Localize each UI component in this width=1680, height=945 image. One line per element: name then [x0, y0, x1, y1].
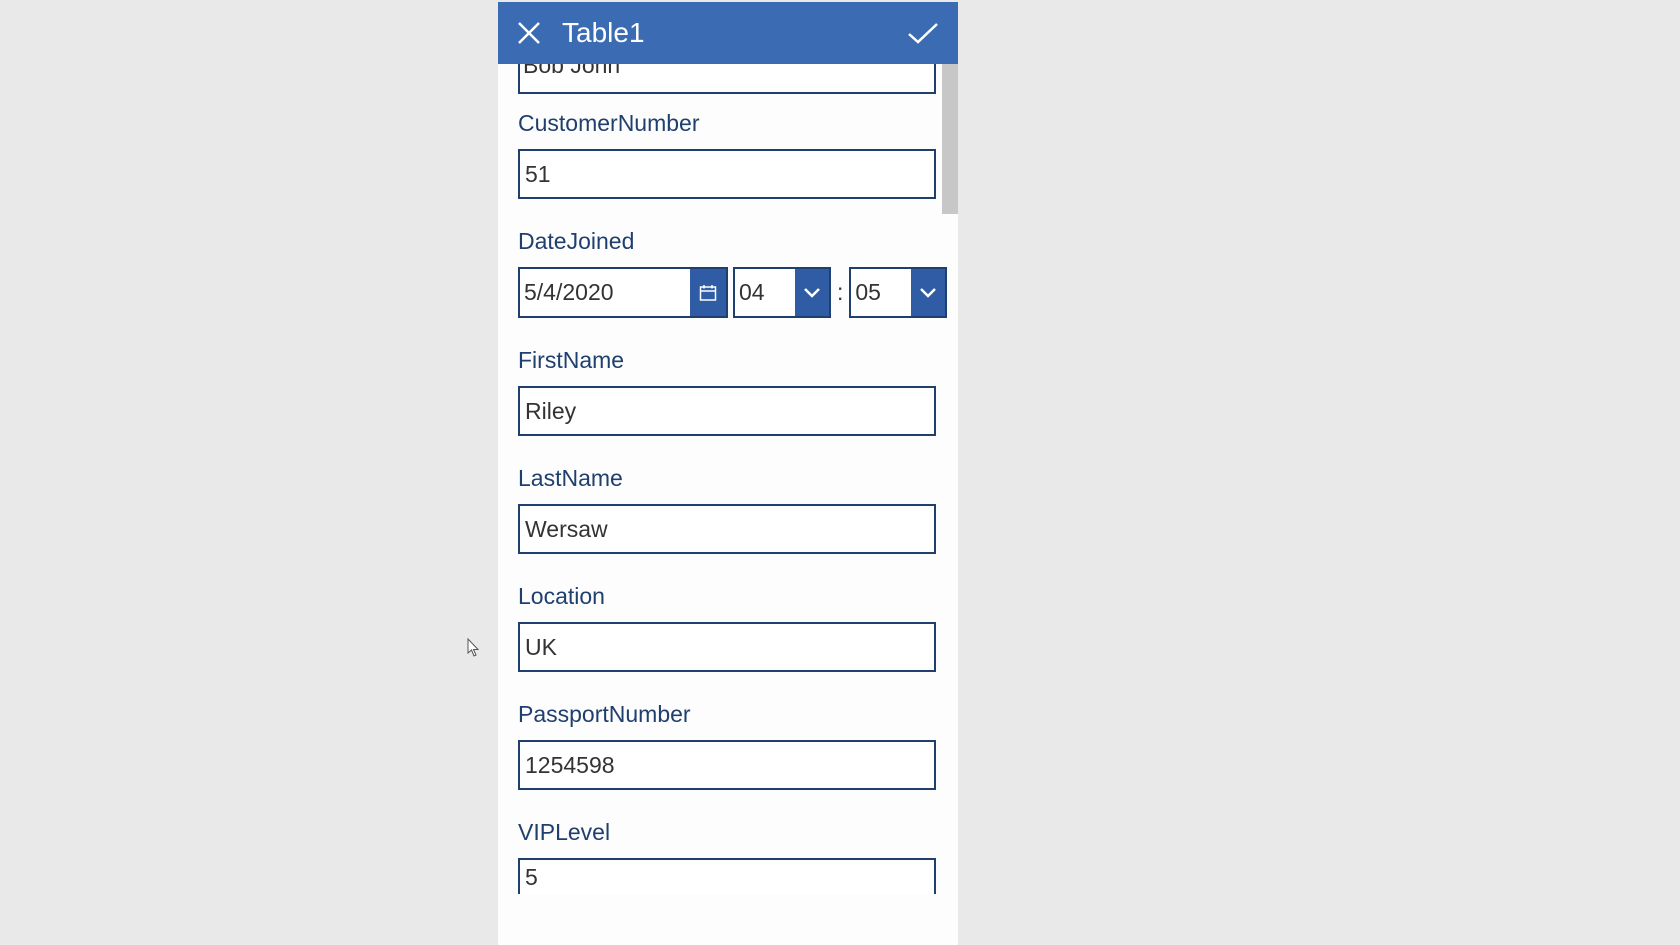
- date-picker[interactable]: 5/4/2020: [518, 267, 728, 318]
- date-picker-value: 5/4/2020: [520, 269, 690, 316]
- customernumber-input[interactable]: [518, 149, 936, 199]
- top-cut-input[interactable]: Bob John: [518, 64, 936, 94]
- viplevel-input[interactable]: 5: [518, 858, 936, 894]
- viplevel-label: VIPLevel: [518, 819, 958, 846]
- close-button[interactable]: [516, 20, 542, 46]
- cursor-icon: [467, 638, 481, 658]
- calendar-icon: [699, 284, 717, 302]
- close-icon: [516, 20, 542, 46]
- form-scroll-content: CustomerNumber DateJoined 5/4/2020 04: [518, 94, 958, 894]
- location-input[interactable]: [518, 622, 936, 672]
- datejoined-label: DateJoined: [518, 228, 958, 255]
- viplevel-input-value: 5: [525, 864, 538, 891]
- lastname-label: LastName: [518, 465, 958, 492]
- location-label: Location: [518, 583, 958, 610]
- minute-select-value: 05: [851, 269, 911, 316]
- form-panel: Table1 Bob John CustomerNumber DateJoine…: [498, 2, 958, 945]
- form-header: Table1: [498, 2, 958, 64]
- lastname-input[interactable]: [518, 504, 936, 554]
- top-cut-input-value: Bob John: [523, 64, 620, 79]
- firstname-label: FirstName: [518, 347, 958, 374]
- minute-select[interactable]: 05: [849, 267, 947, 318]
- form-title: Table1: [562, 17, 906, 49]
- hour-select[interactable]: 04: [733, 267, 831, 318]
- minute-select-arrow[interactable]: [911, 269, 945, 316]
- hour-select-value: 04: [735, 269, 795, 316]
- time-colon: :: [837, 279, 843, 306]
- chevron-down-icon: [803, 287, 821, 299]
- confirm-button[interactable]: [906, 20, 940, 46]
- passportnumber-input[interactable]: [518, 740, 936, 790]
- check-icon: [906, 20, 940, 46]
- firstname-input[interactable]: [518, 386, 936, 436]
- datejoined-row: 5/4/2020 04 :: [518, 267, 958, 318]
- scrollbar-thumb[interactable]: [942, 64, 958, 214]
- hour-select-arrow[interactable]: [795, 269, 829, 316]
- passportnumber-label: PassportNumber: [518, 701, 958, 728]
- chevron-down-icon: [919, 287, 937, 299]
- calendar-button[interactable]: [690, 269, 726, 316]
- customernumber-label: CustomerNumber: [518, 110, 958, 137]
